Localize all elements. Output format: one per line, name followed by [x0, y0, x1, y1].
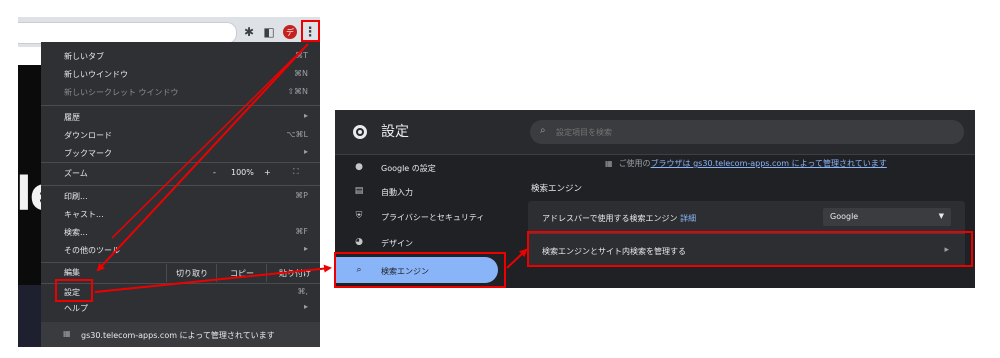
menu-divider [41, 105, 320, 106]
menu-item-new-window[interactable]: 新しいウインドウ ⌘N [41, 66, 320, 84]
highlight-menu-button [301, 20, 320, 42]
menu-item-shortcut: ⌘F [295, 227, 308, 236]
dropdown-arrow-icon: ▼ [938, 212, 944, 220]
search-engine-select[interactable]: Google ▼ [823, 208, 951, 226]
palette-icon: ◕ [355, 237, 363, 247]
menu-item-cast[interactable]: キャスト... [41, 206, 320, 224]
sidebar-item-label: 自動入力 [381, 188, 413, 197]
menu-item-label: 新しいウインドウ [64, 70, 128, 79]
menu-item-label: 編集 [64, 268, 80, 277]
menu-item-help[interactable]: ヘルプ ▸ [41, 300, 320, 318]
search-engine-selected-value: Google [830, 212, 859, 221]
menu-item-label: 新しいタブ [64, 52, 104, 61]
page-title: 設定 [381, 124, 409, 140]
menu-item-history[interactable]: 履歴 ▸ [41, 109, 320, 127]
menu-item-more-tools[interactable]: その他のツール ▸ [41, 242, 320, 260]
building-icon: ▦ [605, 159, 613, 168]
menu-item-shortcut: ⇧⌘N [287, 87, 308, 96]
menu-item-label: その他のツール [64, 246, 120, 255]
menu-item-print[interactable]: 印刷... ⌘P [41, 188, 320, 206]
settings-search-box[interactable]: ⌕ [530, 120, 964, 144]
menu-divider [41, 162, 320, 163]
cut-button[interactable]: 切り取り [166, 264, 217, 282]
side-panel-icon[interactable]: ◧ [260, 22, 278, 42]
menu-item-bookmarks[interactable]: ブックマーク ▸ [41, 145, 320, 163]
menu-item-label: 新しいシークレット ウインドウ [64, 88, 179, 97]
menu-item-downloads[interactable]: ダウンロード ⌥⌘L [41, 127, 320, 145]
zoom-in-button[interactable]: + [264, 168, 271, 177]
zoom-out-button[interactable]: - [213, 168, 216, 177]
menu-item-find[interactable]: 検索... ⌘F [41, 224, 320, 242]
highlight-manage-search-engines [527, 231, 973, 267]
managed-notice: ▦ ご使用のブラウザは gs30.telecom-apps.com によって管理さ… [605, 158, 887, 169]
copy-button[interactable]: コピー [216, 264, 267, 282]
menu-item-label: ダウンロード [64, 131, 112, 140]
menu-item-shortcut: ⌘, [297, 287, 308, 296]
menu-divider [41, 185, 320, 186]
extensions-icon[interactable]: ✱ [240, 22, 258, 42]
menu-item-label: ズーム [64, 169, 88, 178]
managed-notice-prefix: ご使用の [618, 159, 651, 168]
sidebar-item-label: デザイン [381, 239, 413, 248]
address-bar-engine-text: アドレスバーで使用する検索エンジン [542, 214, 678, 223]
menu-item-shortcut: ⌘N [294, 69, 308, 78]
shield-icon: ⛨ [355, 211, 363, 221]
address-bar[interactable] [18, 22, 237, 44]
menu-item-label: ヘルプ [64, 304, 88, 313]
highlight-settings-item [55, 279, 93, 302]
managed-notice-link[interactable]: ブラウザは gs30.telecom-apps.com によって管理されています [651, 159, 887, 168]
menu-item-label: 検索... [64, 228, 88, 237]
clipboard-icon: ▤ [354, 186, 364, 196]
section-title: 検索エンジン [531, 184, 583, 194]
address-bar-engine-row: アドレスバーで使用する検索エンジン 詳細 Google ▼ [528, 201, 965, 233]
menu-item-label: 印刷... [64, 192, 88, 201]
sidebar-item-google-settings[interactable]: ● Google の設定 [335, 157, 497, 179]
menu-item-shortcut: ⌘P [295, 191, 308, 200]
paste-button[interactable]: 貼り付け [266, 264, 320, 282]
menu-item-label: 履歴 [64, 113, 80, 122]
sidebar-item-privacy-security[interactable]: ⛨ プライバシーとセキュリティ [335, 206, 497, 228]
menu-item-label: キャスト... [64, 210, 104, 219]
address-bar-engine-label: アドレスバーで使用する検索エンジン 詳細 [542, 213, 696, 224]
sidebar-item-appearance[interactable]: ◕ デザイン [335, 232, 497, 254]
menu-item-shortcut: ⌘T [295, 51, 308, 60]
menu-item-label: ブックマーク [64, 149, 112, 158]
submenu-arrow-icon: ▸ [303, 244, 308, 253]
sidebar-item-label: プライバシーとセキュリティ [381, 213, 485, 222]
search-icon: ⌕ [540, 125, 546, 136]
submenu-arrow-icon: ▸ [303, 302, 308, 311]
menu-item-new-incognito-window[interactable]: 新しいシークレット ウインドウ ⇧⌘N [41, 84, 320, 102]
sidebar-item-label: Google の設定 [381, 164, 436, 173]
fullscreen-icon[interactable]: ⛶ [293, 167, 299, 177]
submenu-arrow-icon: ▸ [303, 111, 308, 120]
zoom-controls: - 100% + ⛶ [207, 165, 315, 183]
learn-more-link[interactable]: 詳細 [680, 214, 696, 223]
menu-item-shortcut: ⌥⌘L [286, 130, 308, 139]
page-content-background-lower [18, 285, 42, 347]
menu-item-new-tab[interactable]: 新しいタブ ⌘T [41, 48, 320, 66]
managed-by-text: gs30.telecom-apps.com によって管理されています [81, 331, 275, 340]
highlight-search-engine-nav [334, 252, 506, 288]
building-icon: ▦ [63, 329, 71, 338]
settings-header: 設定 ⌕ [335, 110, 975, 155]
zoom-level: 100% [231, 168, 254, 177]
sidebar-item-autofill[interactable]: ▤ 自動入力 [335, 181, 497, 203]
person-icon: ● [355, 162, 363, 172]
managed-by-footer[interactable]: ▦ gs30.telecom-apps.com によって管理されています [41, 322, 320, 347]
settings-search-input[interactable] [556, 125, 936, 139]
chrome-logo-icon [353, 125, 367, 139]
profile-avatar[interactable]: デ [283, 25, 297, 39]
menu-divider [41, 262, 320, 263]
submenu-arrow-icon: ▸ [303, 147, 308, 156]
